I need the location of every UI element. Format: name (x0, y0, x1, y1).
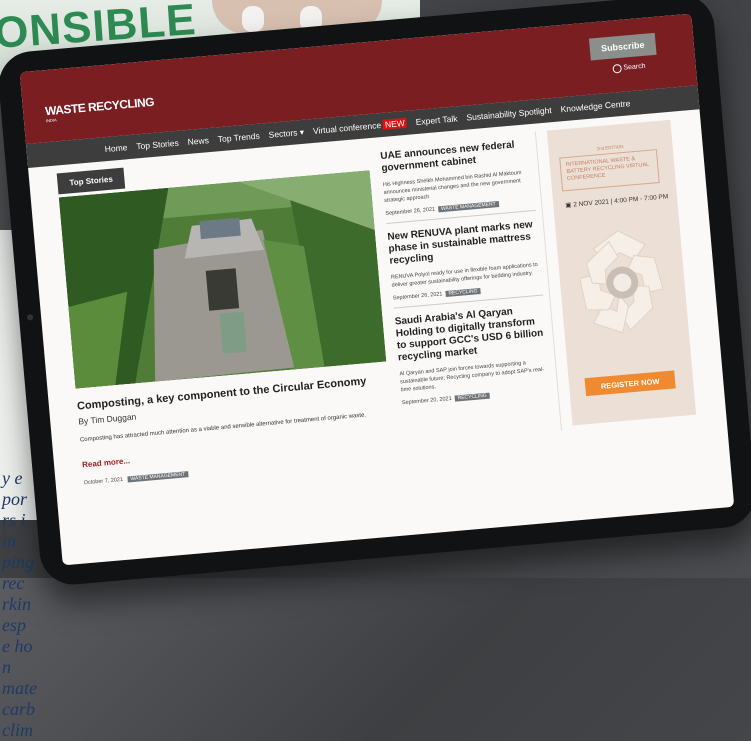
tablet-screen: WASTE RECYCLING INDIA Subscribe Search H… (19, 13, 735, 566)
category-tag[interactable]: WASTE MANAGEMENT (437, 201, 499, 213)
main-story-image[interactable] (58, 170, 387, 389)
main-story-date: October 7, 2021 (83, 476, 124, 487)
category-tag[interactable]: RECYCLING (445, 287, 481, 298)
side-articles: UAE announces new federal government cab… (379, 138, 553, 420)
nav-item-label: Virtual conference (312, 119, 382, 136)
magazine-text-line: e ho (2, 636, 33, 656)
nav-item-home[interactable]: Home (104, 142, 127, 154)
nav-item-sustainability-spotlight[interactable]: Sustainability Spotlight (466, 105, 552, 122)
read-more-link[interactable]: Read more... (82, 456, 131, 469)
article-title[interactable]: New RENUVA plant marks new phase in sust… (387, 219, 540, 268)
conference-ad[interactable]: 2nd EDITION INTERNATIONAL WASTE & BATTER… (546, 119, 697, 426)
magazine-text-line: rec (2, 573, 25, 593)
recycle-icon (579, 230, 664, 334)
article-date: September 20, 2021 (401, 395, 452, 407)
nav-item-top-stories[interactable]: Top Stories (136, 138, 179, 152)
aerial-photo (58, 170, 387, 389)
category-tag[interactable]: WASTE MANAGEMENT (127, 471, 189, 483)
magazine-text-line: mate (2, 678, 37, 698)
subscribe-button[interactable]: Subscribe (588, 32, 657, 61)
article-date: September 26, 2021 (385, 206, 436, 217)
nav-item-sectors[interactable]: Sectors ▾ (268, 126, 304, 140)
nav-item-knowledge-centre[interactable]: Knowledge Centre (560, 98, 631, 114)
nav-item-virtual-conference[interactable]: Virtual conference NEW (312, 117, 408, 136)
nav-item-news[interactable]: News (187, 135, 209, 147)
article-date: September 26, 2021 (392, 291, 443, 302)
ad-date-text: 2 NOV 2021 | 4:00 PM - 7:00 PM (573, 193, 669, 209)
list-item: UAE announces new federal government cab… (379, 138, 536, 224)
ad-edition: 2nd EDITION (596, 143, 624, 152)
main-story-byline: By Tim Duggan (77, 411, 137, 427)
search-icon (612, 63, 622, 74)
ad-title: INTERNATIONAL WASTE & BATTERY RECYCLING … (559, 149, 660, 192)
magazine-text-line: n (2, 657, 11, 677)
nav-item-top-trends[interactable]: Top Trends (217, 131, 260, 145)
search-label: Search (623, 62, 646, 72)
section-tab-top-stories[interactable]: Top Stories (56, 167, 126, 195)
main-story-meta: October 7, 2021 WASTE MANAGEMENT (84, 471, 189, 486)
camera-icon (26, 314, 34, 321)
search-link[interactable]: Search (612, 62, 646, 74)
magazine-text-line: carb (2, 699, 35, 719)
magazine-text-line: clim (2, 720, 33, 740)
list-item: Saudi Arabia's Al Qaryan Holding to digi… (394, 304, 552, 413)
fingernail (242, 6, 264, 32)
tablet-device: WASTE RECYCLING INDIA Subscribe Search H… (0, 0, 751, 588)
magazine-text-line: esp (2, 615, 26, 635)
magazine-text-line: rkin (2, 594, 31, 614)
register-now-button[interactable]: REGISTER NOW (584, 370, 676, 397)
nav-item-expert-talk[interactable]: Expert Talk (415, 113, 458, 127)
article-title[interactable]: Saudi Arabia's Al Qaryan Holding to digi… (394, 304, 548, 365)
site-logo[interactable]: WASTE RECYCLING INDIA (45, 95, 155, 123)
new-badge: NEW (382, 118, 408, 131)
category-tag[interactable]: RECYCLING (454, 392, 490, 402)
list-item: New RENUVA plant marks new phase in sust… (387, 218, 544, 309)
